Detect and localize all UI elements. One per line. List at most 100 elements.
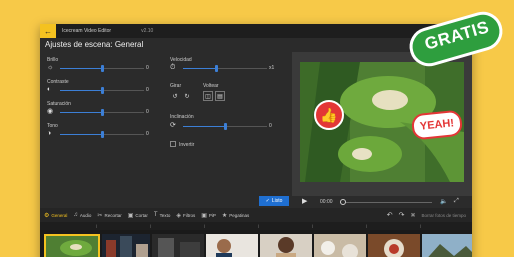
invert-checkbox[interactable] xyxy=(170,141,176,147)
rotate-label: Girar xyxy=(170,83,182,89)
landscape-thumbnail xyxy=(422,234,472,257)
tab-audio[interactable]: ♫ Audio xyxy=(73,212,91,218)
timeline-ruler[interactable]: | | | | | | | xyxy=(40,222,472,230)
rotate-left-button[interactable]: ↺ xyxy=(170,91,180,101)
contrast-label: Contraste xyxy=(47,79,69,85)
rotate-right-button[interactable]: ↻ xyxy=(182,91,192,101)
tab-crop[interactable]: ✂ Recortar xyxy=(97,212,121,219)
tab-text[interactable]: T Texto xyxy=(154,212,170,218)
street-thumbnail xyxy=(152,234,204,257)
trash-icon[interactable]: ✖ xyxy=(410,212,415,219)
city-thumbnail xyxy=(102,234,150,257)
brightness-value: 0 xyxy=(146,65,149,71)
timeline-filmstrip xyxy=(40,230,472,257)
tab-filters[interactable]: ◈ Filtros xyxy=(176,212,195,219)
pip-icon: ▣ xyxy=(201,212,207,219)
speed-slider[interactable] xyxy=(183,65,267,72)
sun-icon: ☼ xyxy=(47,64,54,71)
thumbs-up-icon: 👍 xyxy=(320,106,338,123)
redo-icon[interactable]: ↷ xyxy=(399,211,405,219)
thumbs-up-sticker[interactable]: 👍 xyxy=(314,100,344,130)
undo-icon[interactable]: ↶ xyxy=(387,211,393,219)
contrast-icon: ◐ xyxy=(47,86,52,93)
saturation-slider[interactable] xyxy=(60,109,144,116)
tab-pip[interactable]: ▣ PiP xyxy=(201,212,216,219)
text-icon: T xyxy=(153,212,158,218)
check-icon: ✓ xyxy=(265,198,270,204)
clip-portrait[interactable] xyxy=(260,234,312,257)
clip-table[interactable] xyxy=(314,234,366,257)
saturation-icon: ◉ xyxy=(47,108,54,115)
tab-stickers-label: Pegatinas xyxy=(229,212,250,218)
brightness-slider[interactable] xyxy=(60,65,144,72)
tone-value: 0 xyxy=(146,131,149,137)
ruler-tick: | xyxy=(204,223,206,228)
ruler-tick: | xyxy=(258,223,260,228)
audio-icon: ♫ xyxy=(73,212,78,218)
invert-label: Invertir xyxy=(179,142,195,148)
flip-vertical-icon: ▤ xyxy=(217,93,223,100)
crop-icon: ✂ xyxy=(97,212,103,219)
ruler-tick: | xyxy=(366,223,368,228)
speed-value: x1 xyxy=(269,65,275,71)
clip-street[interactable] xyxy=(152,234,204,257)
tab-filters-label: Filtros xyxy=(182,212,196,218)
gear-icon: ⚙ xyxy=(44,212,50,219)
tab-audio-label: Audio xyxy=(79,212,92,218)
yeah-text: YEAH! xyxy=(419,117,455,133)
editor-toolbar: ⚙ General ♫ Audio ✂ Recortar ▣ Cortar T … xyxy=(40,208,472,222)
flip-horizontal-button[interactable]: ◫ xyxy=(203,91,213,101)
tab-text-label: Texto xyxy=(159,212,171,218)
clip-food[interactable] xyxy=(368,234,420,257)
rotate-right-icon: ↻ xyxy=(184,93,190,100)
sticker-icon: ★ xyxy=(221,212,228,219)
tone-slider[interactable] xyxy=(60,131,144,138)
tone-label: Tono xyxy=(47,123,58,129)
fullscreen-icon[interactable]: ⤢ xyxy=(454,198,459,205)
filters-icon: ◈ xyxy=(176,212,181,219)
tab-pip-label: PiP xyxy=(208,212,216,218)
speed-label: Velocidad xyxy=(170,57,192,63)
cut-icon: ▣ xyxy=(127,212,134,219)
play-button[interactable]: ▶ xyxy=(302,197,307,205)
saturation-label: Saturación xyxy=(47,101,71,107)
ruler-tick: | xyxy=(150,223,152,228)
done-label: Listo xyxy=(271,198,283,204)
golf-thumbnail xyxy=(46,236,98,257)
tab-general[interactable]: ⚙ General xyxy=(44,212,67,219)
tab-stickers[interactable]: ★ Pegatinas xyxy=(222,212,249,219)
volume-icon[interactable]: 🔈 xyxy=(440,198,447,205)
contrast-value: 0 xyxy=(146,87,149,93)
table-thumbnail xyxy=(314,234,366,257)
progress-thumb[interactable] xyxy=(340,199,346,205)
clip-city[interactable] xyxy=(102,234,150,257)
clip-people[interactable] xyxy=(206,234,258,257)
remove-label: Borrar fotos de tiempo xyxy=(421,212,466,218)
tab-cut-label: Cortar xyxy=(135,212,148,218)
tab-cut[interactable]: ▣ Cortar xyxy=(128,212,148,219)
video-preview: 👍 YEAH! xyxy=(300,62,464,182)
player-controls: ▶ 00:00 🔈 ⤢ xyxy=(292,196,472,208)
tone-icon: ◑ xyxy=(47,130,52,137)
app-name: Icecream Video Editor xyxy=(62,28,112,34)
app-version: v2.10 xyxy=(141,28,154,34)
done-button[interactable]: ✓ Listo xyxy=(259,196,289,206)
clip-landscape[interactable] xyxy=(422,234,472,257)
tilt-value: 0 xyxy=(269,123,272,129)
ruler-tick: | xyxy=(96,223,98,228)
people-thumbnail xyxy=(206,234,258,257)
back-button[interactable]: ← xyxy=(40,24,56,38)
preview-panel: 👍 YEAH! ▶ 00:00 🔈 ⤢ xyxy=(292,52,472,208)
current-time: 00:00 xyxy=(320,199,333,205)
contrast-slider[interactable] xyxy=(60,87,144,94)
ruler-tick: | xyxy=(420,223,422,228)
portrait-thumbnail xyxy=(260,234,312,257)
tilt-slider[interactable] xyxy=(183,123,267,130)
saturation-value: 0 xyxy=(146,109,149,115)
settings-panel: Brillo ☼ 0 Contraste ◐ 0 Saturación ◉ 0 … xyxy=(40,52,292,208)
speed-icon: ⏱ xyxy=(170,64,176,71)
clip-golf[interactable] xyxy=(44,234,100,257)
tilt-icon: ⟳ xyxy=(170,122,176,129)
flip-vertical-button[interactable]: ▤ xyxy=(215,91,225,101)
progress-track[interactable] xyxy=(340,199,432,205)
